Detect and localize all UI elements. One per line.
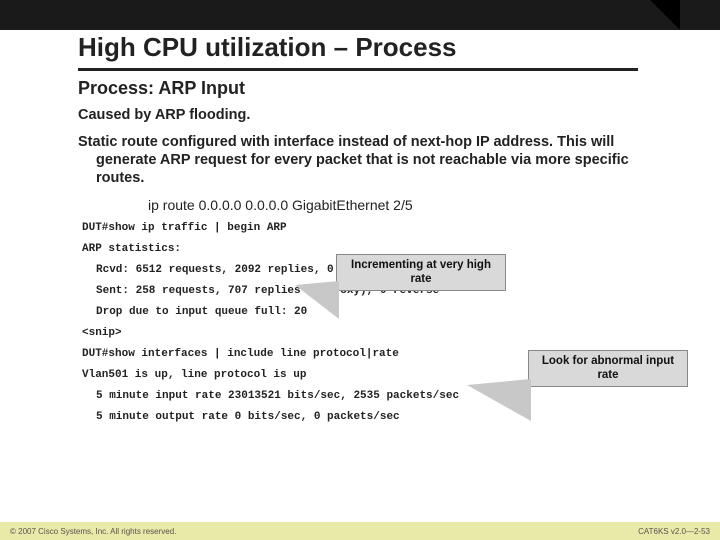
callout-abnormal-input: Look for abnormal input rate bbox=[528, 350, 688, 387]
static-route-paragraph: Static route configured with interface i… bbox=[78, 133, 660, 187]
term-input-rate: 5 minute input rate 23013521 bits/sec, 2… bbox=[82, 391, 660, 402]
term-snip: <snip> bbox=[82, 328, 660, 339]
top-banner bbox=[0, 0, 720, 30]
footer-bar: © 2007 Cisco Systems, Inc. All rights re… bbox=[0, 522, 720, 540]
term-output-rate: 5 minute output rate 0 bits/sec, 0 packe… bbox=[82, 412, 660, 423]
footer-copyright: © 2007 Cisco Systems, Inc. All rights re… bbox=[10, 527, 176, 536]
term-drop-line: Drop due to input queue full: 20 bbox=[82, 307, 660, 318]
callout1-line1: Incrementing at very high bbox=[351, 259, 491, 271]
process-subhead: Process: ARP Input bbox=[78, 78, 660, 99]
static-route-text: Static route configured with interface i… bbox=[78, 133, 660, 187]
term-show-ip-traffic: DUT#show ip traffic | begin ARP bbox=[82, 223, 660, 234]
footer-slide-number: CAT6KS v2.0—2-53 bbox=[638, 527, 710, 536]
callout2-line1: Look for abnormal input bbox=[542, 355, 674, 367]
ip-route-command: ip route 0.0.0.0 0.0.0.0 GigabitEthernet… bbox=[148, 197, 660, 213]
caused-by-text: Caused by ARP flooding. bbox=[78, 107, 660, 123]
callout2-line2: rate bbox=[597, 369, 618, 381]
content-area: Process: ARP Input Caused by ARP floodin… bbox=[78, 78, 660, 433]
callout-incrementing-rate: Incrementing at very high rate bbox=[336, 254, 506, 291]
callout1-line2: rate bbox=[410, 273, 431, 285]
slide-title: High CPU utilization – Process bbox=[78, 32, 457, 63]
title-underline bbox=[78, 68, 638, 71]
